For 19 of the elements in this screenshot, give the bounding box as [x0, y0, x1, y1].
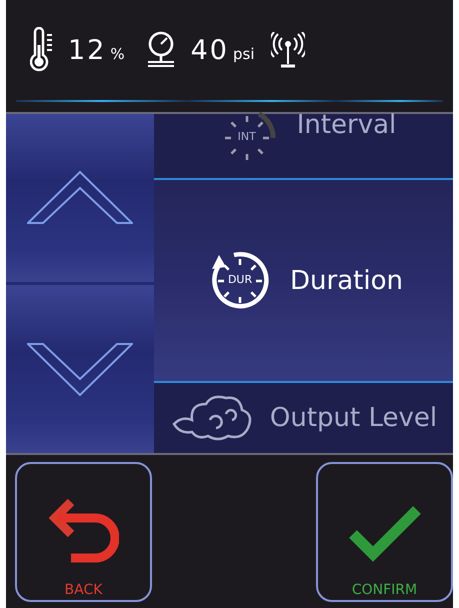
menu-item[interactable]: INT Interval — [154, 102, 453, 178]
menu-item-label: Output Level — [270, 403, 438, 433]
checkmark-icon — [346, 504, 422, 564]
scroll-down-button[interactable] — [6, 285, 154, 453]
menu-item-label: Interval — [296, 110, 396, 140]
antenna-signal-icon — [270, 32, 304, 68]
humidity-value: 12 — [68, 34, 106, 66]
menu-item[interactable]: Output Level — [154, 383, 453, 453]
humidity-unit: % — [110, 45, 125, 63]
pressure-unit: psi — [232, 45, 254, 63]
menu-item[interactable]: DUR Duration — [154, 178, 453, 383]
chevron-up-icon — [27, 170, 133, 226]
scroll-up-button[interactable] — [6, 114, 154, 282]
thermometer-icon — [30, 27, 54, 73]
chevron-down-icon — [27, 341, 133, 397]
menu-item-label: Duration — [290, 266, 403, 296]
confirm-button[interactable]: CONFIRM — [316, 462, 453, 602]
pressure-value: 40 — [190, 34, 229, 66]
back-button[interactable]: BACK — [15, 462, 152, 602]
